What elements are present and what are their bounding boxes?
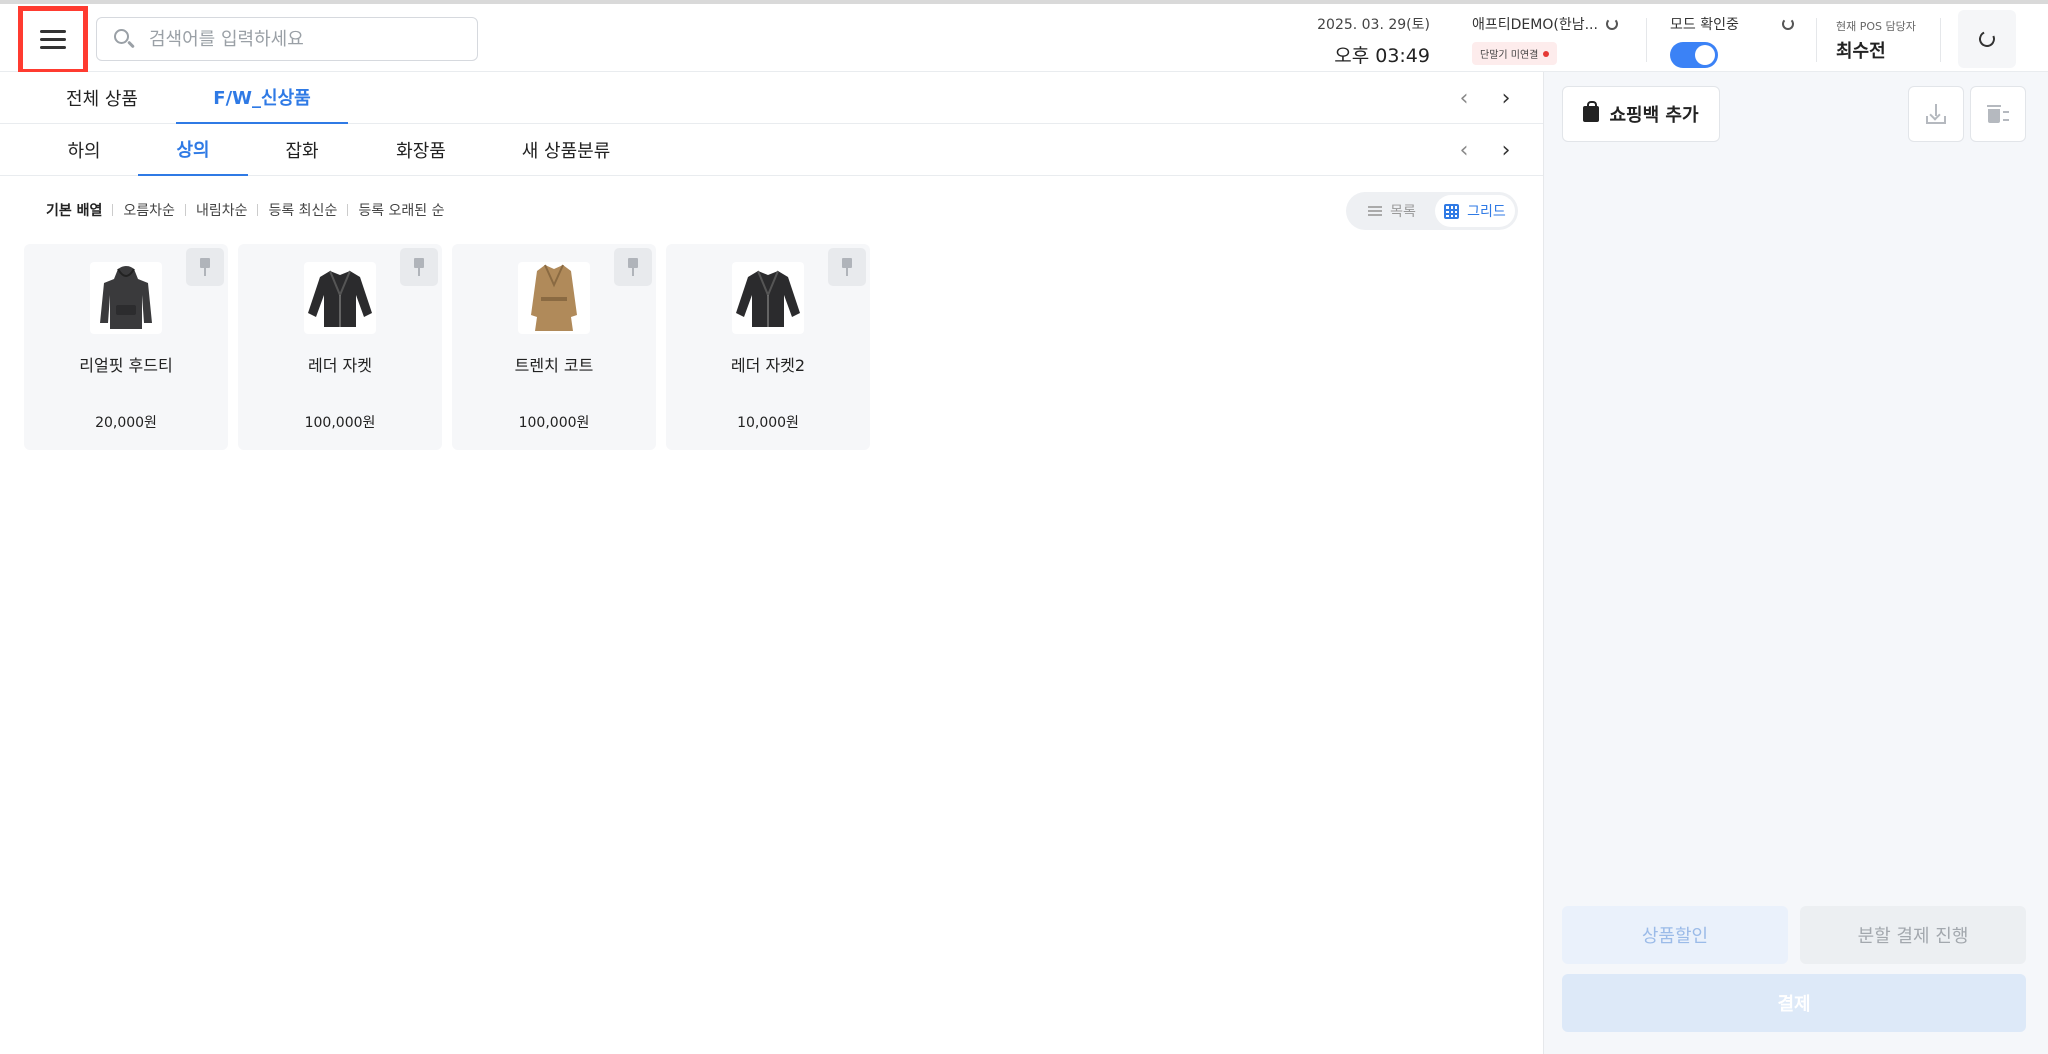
refresh-icon (1976, 28, 1998, 50)
store-info: 애프티DEMO(한남... 단말기 미연결 (1472, 14, 1618, 65)
list-icon (1368, 206, 1383, 216)
sort-descending[interactable]: 내림차순 (196, 200, 248, 220)
search-box[interactable] (96, 17, 478, 61)
add-shopping-bag-label: 쇼핑백 추가 (1609, 105, 1699, 126)
list-view-button[interactable]: 목록 (1349, 195, 1435, 227)
sort-divider (347, 204, 349, 216)
product-price: 10,000원 (737, 415, 799, 431)
pin-icon (198, 258, 212, 276)
mode-label: 모드 확인중 (1670, 17, 1739, 33)
product-name: 리얼핏 후드티 (79, 356, 173, 375)
terminal-status-badge: 단말기 미연결 (1472, 42, 1558, 65)
product-grid: 리얼핏 후드티 20,000원 레더 자켓 100,000원 트렌치 코트 10… (24, 244, 870, 450)
pay-button[interactable]: 결제 (1562, 974, 2026, 1032)
download-icon (1926, 104, 1946, 124)
product-card[interactable]: 레더 자켓2 10,000원 (666, 244, 870, 450)
sort-default[interactable]: 기본 배열 (46, 200, 102, 220)
pin-icon (840, 258, 854, 276)
product-card[interactable]: 리얼핏 후드티 20,000원 (24, 244, 228, 450)
header-divider (1816, 18, 1817, 62)
list-view-label: 목록 (1390, 204, 1416, 220)
product-price: 100,000원 (304, 415, 376, 431)
delete-list-button[interactable] (1970, 86, 2026, 142)
pin-button[interactable] (400, 248, 438, 286)
sort-divider (112, 204, 114, 216)
subcategory-prev-arrow-icon[interactable]: ‹ (1452, 138, 1476, 163)
download-button[interactable] (1908, 86, 1964, 142)
store-name-row[interactable]: 애프티DEMO(한남... (1472, 14, 1618, 34)
current-time: 오후 03:49 (1334, 45, 1430, 67)
tab-cosmetics[interactable]: 화장품 (372, 124, 470, 176)
pin-button[interactable] (614, 248, 652, 286)
sort-oldest[interactable]: 등록 오래된 순 (358, 200, 444, 220)
store-refresh-icon[interactable] (1605, 18, 1618, 30)
terminal-status-text: 단말기 미연결 (1480, 50, 1539, 61)
search-icon (113, 28, 135, 50)
cart-panel: 쇼핑백 추가 상품할인 분할 결제 진행 결제 (1543, 72, 2048, 1054)
tab-bottoms[interactable]: 하의 (46, 124, 122, 176)
datetime: 2025. 03. 29(토) 오후 03:49 (1300, 14, 1430, 68)
add-shopping-bag-button[interactable]: 쇼핑백 추가 (1562, 86, 1720, 142)
tab-fw-new[interactable]: F/W_신상품 (176, 72, 348, 124)
category-next-arrow-icon[interactable]: › (1494, 86, 1518, 111)
product-price: 20,000원 (95, 415, 157, 431)
header-divider (1940, 18, 1941, 62)
grid-view-button[interactable]: 그리드 (1435, 195, 1515, 227)
store-name: 애프티DEMO(한남... (1472, 17, 1598, 33)
split-payment-button[interactable]: 분할 결제 진행 (1800, 906, 2026, 964)
sort-ascending[interactable]: 오름차순 (123, 200, 175, 220)
pin-button[interactable] (828, 248, 866, 286)
tab-new-category[interactable]: 새 상품분류 (508, 124, 624, 176)
manager-label: 현재 POS 담당자 (1836, 20, 1916, 33)
product-image-leather-jacket (304, 262, 376, 334)
search-input[interactable] (149, 28, 449, 50)
grid-view-label: 그리드 (1467, 204, 1506, 220)
tab-accessories[interactable]: 잡화 (262, 124, 342, 176)
manager-name: 최수전 (1836, 41, 1886, 62)
product-name: 레더 자켓 (308, 356, 372, 375)
product-price: 100,000원 (518, 415, 590, 431)
mode-toggle[interactable] (1670, 42, 1718, 68)
sort-newest[interactable]: 등록 최신순 (268, 200, 337, 220)
pin-icon (412, 258, 426, 276)
tab-tops[interactable]: 상의 (138, 124, 248, 176)
product-discount-button[interactable]: 상품할인 (1562, 906, 1788, 964)
category-tabs: 전체 상품 F/W_신상품 ‹ › (0, 72, 1543, 124)
top-header: 2025. 03. 29(토) 오후 03:49 애프티DEMO(한남... 단… (0, 0, 2048, 74)
refresh-button[interactable] (1958, 10, 2016, 68)
sort-options: 기본 배열 오름차순 내림차순 등록 최신순 등록 오래된 순 (46, 200, 445, 220)
status-dot-icon (1543, 50, 1550, 57)
pin-button[interactable] (186, 248, 224, 286)
product-image-leather-jacket (732, 262, 804, 334)
hamburger-icon (40, 30, 66, 50)
view-mode-toggle: 목록 그리드 (1346, 192, 1518, 230)
trash-list-icon (1987, 103, 2009, 125)
product-name: 레더 자켓2 (730, 356, 806, 375)
mode-label-row: 모드 확인중 (1670, 14, 1794, 34)
mode-check: 모드 확인중 (1670, 14, 1794, 68)
product-area: 전체 상품 F/W_신상품 ‹ › 하의 상의 잡화 화장품 새 상품분류 ‹ … (0, 72, 1543, 1054)
header-divider (1646, 18, 1647, 62)
shopping-bag-icon (1583, 101, 1600, 122)
category-prev-arrow-icon[interactable]: ‹ (1452, 86, 1476, 111)
toggle-knob (1695, 45, 1715, 65)
tab-all-products[interactable]: 전체 상품 (46, 72, 158, 124)
menu-button[interactable] (18, 6, 88, 74)
sort-divider (257, 204, 259, 216)
product-name: 트렌치 코트 (514, 356, 594, 375)
product-image-hoodie (90, 262, 162, 334)
product-image-trench-coat (518, 262, 590, 334)
product-card[interactable]: 트렌치 코트 100,000원 (452, 244, 656, 450)
sort-divider (184, 204, 186, 216)
mode-refresh-icon[interactable] (1782, 18, 1794, 30)
grid-icon (1444, 203, 1460, 219)
pin-icon (626, 258, 640, 276)
pos-app: 2025. 03. 29(토) 오후 03:49 애프티DEMO(한남... 단… (0, 0, 2048, 1054)
product-card[interactable]: 레더 자켓 100,000원 (238, 244, 442, 450)
current-date: 2025. 03. 29(토) (1317, 17, 1430, 33)
subcategory-next-arrow-icon[interactable]: › (1494, 138, 1518, 163)
pos-manager: 현재 POS 담당자 최수전 (1836, 18, 1916, 63)
subcategory-tabs: 하의 상의 잡화 화장품 새 상품분류 ‹ › (0, 124, 1543, 176)
